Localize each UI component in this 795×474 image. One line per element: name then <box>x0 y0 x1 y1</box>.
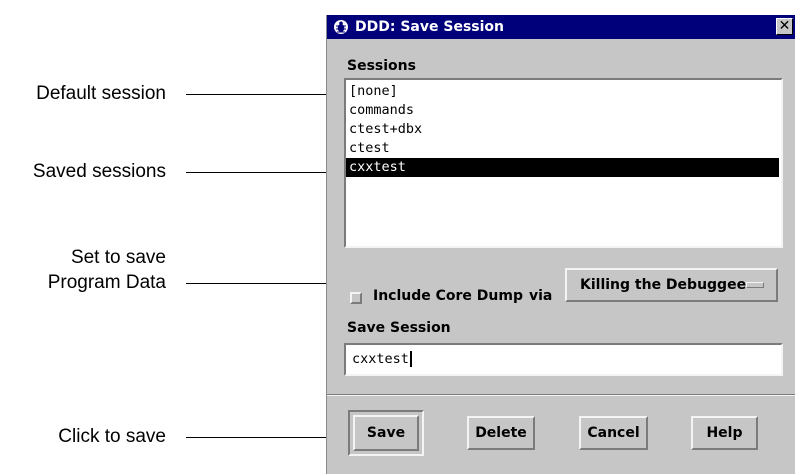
session-item-commands[interactable]: commands <box>346 101 779 120</box>
leader-line-default-session <box>186 94 343 95</box>
callout-program-data-line1: Set to save <box>70 247 166 268</box>
help-button[interactable]: Help <box>691 416 758 450</box>
close-icon: ✕ <box>778 18 791 34</box>
button-separator <box>327 394 795 396</box>
include-core-dump-checkbox[interactable] <box>350 292 362 304</box>
text-cursor <box>409 351 412 367</box>
save-button[interactable]: Save <box>353 415 419 451</box>
leader-line-program-data <box>186 283 343 284</box>
via-label: via <box>529 288 553 304</box>
callout-default-session: Default session <box>36 83 166 104</box>
callout-program-data-line2: Program Data <box>47 272 166 293</box>
sessions-label: Sessions <box>347 58 416 74</box>
save-session-dialog: DDD: Save Session ✕ Sessions [none] comm… <box>326 15 795 474</box>
session-item-cxxtest[interactable]: cxxtest <box>346 158 779 177</box>
save-session-label: Save Session <box>347 320 451 336</box>
delete-button[interactable]: Delete <box>467 416 535 450</box>
ddd-bug-icon <box>334 20 348 34</box>
session-name-input[interactable]: cxxtest <box>344 343 783 376</box>
close-button[interactable]: ✕ <box>776 18 793 35</box>
callout-click-to-save: Click to save <box>58 426 166 447</box>
option-menu-indicator-icon <box>746 282 764 288</box>
callout-saved-sessions: Saved sessions <box>32 161 166 182</box>
leader-line-saved-sessions <box>186 172 346 173</box>
include-core-dump-label[interactable]: Include Core Dump <box>373 288 523 304</box>
core-dump-method-value: Killing the Debuggee <box>580 277 747 293</box>
session-item-ctest[interactable]: ctest <box>346 139 779 158</box>
sessions-list[interactable]: [none] commands ctest+dbx ctest cxxtest <box>344 78 783 248</box>
cancel-button[interactable]: Cancel <box>579 416 648 450</box>
dialog-titlebar[interactable]: DDD: Save Session ✕ <box>327 15 795 39</box>
core-dump-method-select[interactable]: Killing the Debuggee <box>565 268 778 302</box>
session-name-value: cxxtest <box>352 351 409 367</box>
session-item-none[interactable]: [none] <box>346 82 779 101</box>
dialog-title: DDD: Save Session <box>355 19 504 35</box>
session-item-ctest-dbx[interactable]: ctest+dbx <box>346 120 779 139</box>
